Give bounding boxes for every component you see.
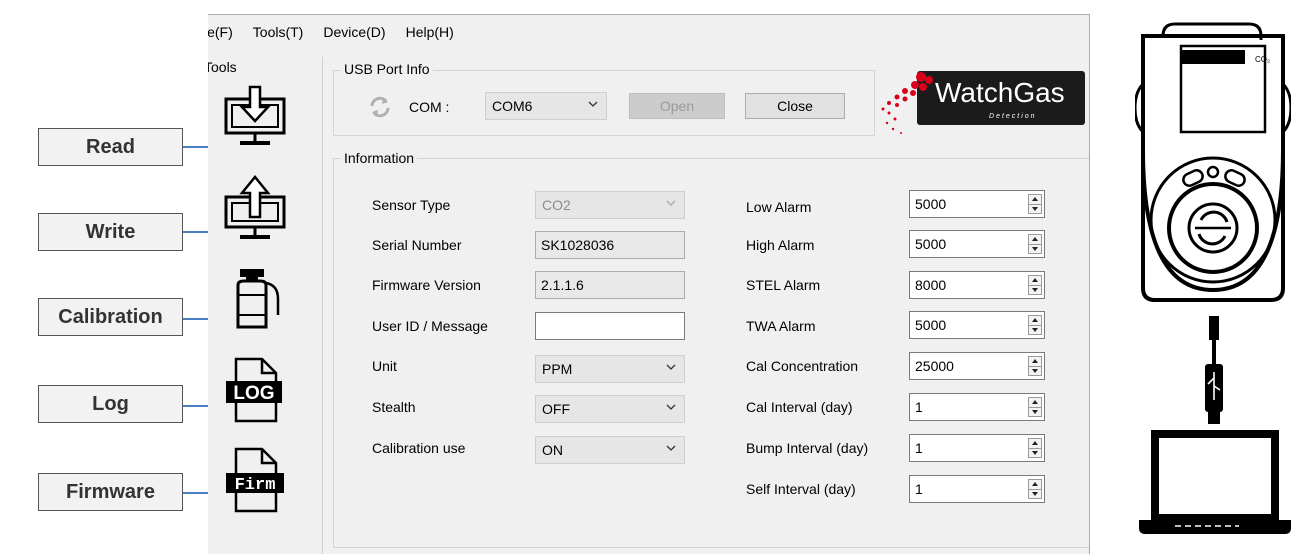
twa-alarm-label: TWA Alarm — [746, 318, 816, 334]
logo-subtitle: Detection — [989, 113, 1037, 120]
firmware-version-field: 2.1.1.6 — [535, 271, 685, 299]
unit-select[interactable]: PPM — [535, 355, 685, 383]
callout-connector — [183, 146, 210, 148]
high-alarm-spinner[interactable]: 5000 — [909, 230, 1045, 258]
callout-connector — [183, 492, 210, 494]
self-interval-spinner[interactable]: 1 — [909, 475, 1045, 503]
com-port-value: COM6 — [492, 98, 533, 114]
callout-write: Write — [38, 213, 183, 251]
callout-calibration: Calibration — [38, 298, 183, 336]
callout-log: Log — [38, 385, 183, 423]
firmware-version-label: Firmware Version — [372, 277, 481, 293]
close-button[interactable]: Close — [745, 93, 845, 119]
usb-cable-icon — [1205, 316, 1223, 424]
cal-concentration-value: 25000 — [915, 358, 954, 374]
chevron-down-icon — [666, 404, 676, 410]
cal-interval-value: 1 — [915, 399, 923, 415]
callout-connector — [183, 405, 210, 407]
callout-connector — [183, 231, 210, 233]
callout-read: Read — [38, 128, 183, 166]
calibration-use-select[interactable]: ON — [535, 436, 685, 464]
refresh-icon[interactable] — [368, 95, 392, 119]
unit-value: PPM — [542, 361, 573, 377]
information-legend: Information — [341, 150, 418, 166]
bump-interval-label: Bump Interval (day) — [746, 440, 869, 456]
usb-port-legend: USB Port Info — [341, 61, 433, 77]
laptop-icon — [1139, 430, 1291, 534]
high-alarm-label: High Alarm — [746, 237, 815, 253]
low-alarm-value: 5000 — [915, 196, 947, 212]
device-gas-label: CO₂ — [1255, 55, 1270, 64]
menu-help[interactable]: Help(H) — [406, 24, 454, 40]
tools-panel-title: Tools — [208, 59, 237, 75]
stel-alarm-spinner[interactable]: 8000 — [909, 271, 1045, 299]
bump-interval-value: 1 — [915, 440, 923, 456]
twa-alarm-spinner[interactable]: 5000 — [909, 311, 1045, 339]
spin-arrows-icon[interactable] — [1028, 356, 1042, 376]
menu-bar: le(F) Tools(T) Device(D) Help(H) — [208, 15, 1089, 49]
chevron-down-icon — [588, 101, 598, 107]
menu-tools[interactable]: Tools(T) — [253, 24, 304, 40]
firmware-file-icon[interactable]: Firm — [220, 445, 290, 515]
twa-alarm-value: 5000 — [915, 317, 947, 333]
stel-alarm-label: STEL Alarm — [746, 277, 821, 293]
cal-interval-label: Cal Interval (day) — [746, 399, 853, 415]
calibration-use-value: ON — [542, 442, 563, 458]
stealth-value: OFF — [542, 401, 570, 417]
spin-arrows-icon[interactable] — [1028, 194, 1042, 214]
self-interval-value: 1 — [915, 481, 923, 497]
stealth-label: Stealth — [372, 399, 416, 415]
spin-arrows-icon[interactable] — [1028, 275, 1042, 295]
callout-connector — [183, 318, 210, 320]
cal-concentration-spinner[interactable]: 25000 — [909, 352, 1045, 380]
serial-number-label: Serial Number — [372, 237, 462, 253]
device-connection-illustration: CO₂ — [1135, 22, 1291, 534]
low-alarm-label: Low Alarm — [746, 199, 812, 215]
spin-arrows-icon[interactable] — [1028, 234, 1042, 254]
high-alarm-value: 5000 — [915, 236, 947, 252]
chevron-down-icon — [666, 445, 676, 451]
write-icon[interactable] — [220, 173, 290, 243]
watchgas-logo: WatchGas Detection — [877, 71, 1087, 139]
self-interval-label: Self Interval (day) — [746, 481, 856, 497]
callout-firmware: Firmware — [38, 473, 183, 511]
open-button[interactable]: Open — [629, 93, 725, 119]
spin-arrows-icon[interactable] — [1028, 315, 1042, 335]
app-window: le(F) Tools(T) Device(D) Help(H) Tools L… — [208, 14, 1090, 554]
stel-alarm-value: 8000 — [915, 277, 947, 293]
spin-arrows-icon[interactable] — [1028, 397, 1042, 417]
sensor-type-select[interactable]: CO2 — [535, 191, 685, 219]
cal-concentration-label: Cal Concentration — [746, 358, 859, 374]
unit-label: Unit — [372, 358, 397, 374]
gas-detector-icon: CO₂ — [1135, 22, 1291, 302]
sensor-type-label: Sensor Type — [372, 197, 451, 213]
low-alarm-spinner[interactable]: 5000 — [909, 190, 1045, 218]
gas-cylinder-icon[interactable] — [220, 263, 290, 333]
sensor-type-value: CO2 — [542, 197, 571, 213]
serial-number-field: SK1028036 — [535, 231, 685, 259]
com-label: COM : — [409, 99, 450, 115]
com-port-select[interactable]: COM6 — [485, 92, 607, 120]
stealth-select[interactable]: OFF — [535, 395, 685, 423]
cal-interval-spinner[interactable]: 1 — [909, 393, 1045, 421]
user-id-label: User ID / Message — [372, 318, 488, 334]
read-icon[interactable] — [220, 83, 290, 153]
chevron-down-icon — [666, 200, 676, 206]
calibration-use-label: Calibration use — [372, 440, 466, 456]
spin-arrows-icon[interactable] — [1028, 479, 1042, 499]
log-file-icon[interactable]: LOG — [220, 355, 290, 425]
menu-file[interactable]: le(F) — [208, 24, 233, 40]
firm-icon-text: Firm — [235, 476, 276, 495]
log-icon-text: LOG — [233, 383, 274, 404]
user-id-input[interactable] — [535, 312, 685, 340]
bump-interval-spinner[interactable]: 1 — [909, 434, 1045, 462]
spin-arrows-icon[interactable] — [1028, 438, 1042, 458]
logo-name: WatchGas — [935, 77, 1065, 108]
chevron-down-icon — [666, 364, 676, 370]
menu-device[interactable]: Device(D) — [323, 24, 385, 40]
